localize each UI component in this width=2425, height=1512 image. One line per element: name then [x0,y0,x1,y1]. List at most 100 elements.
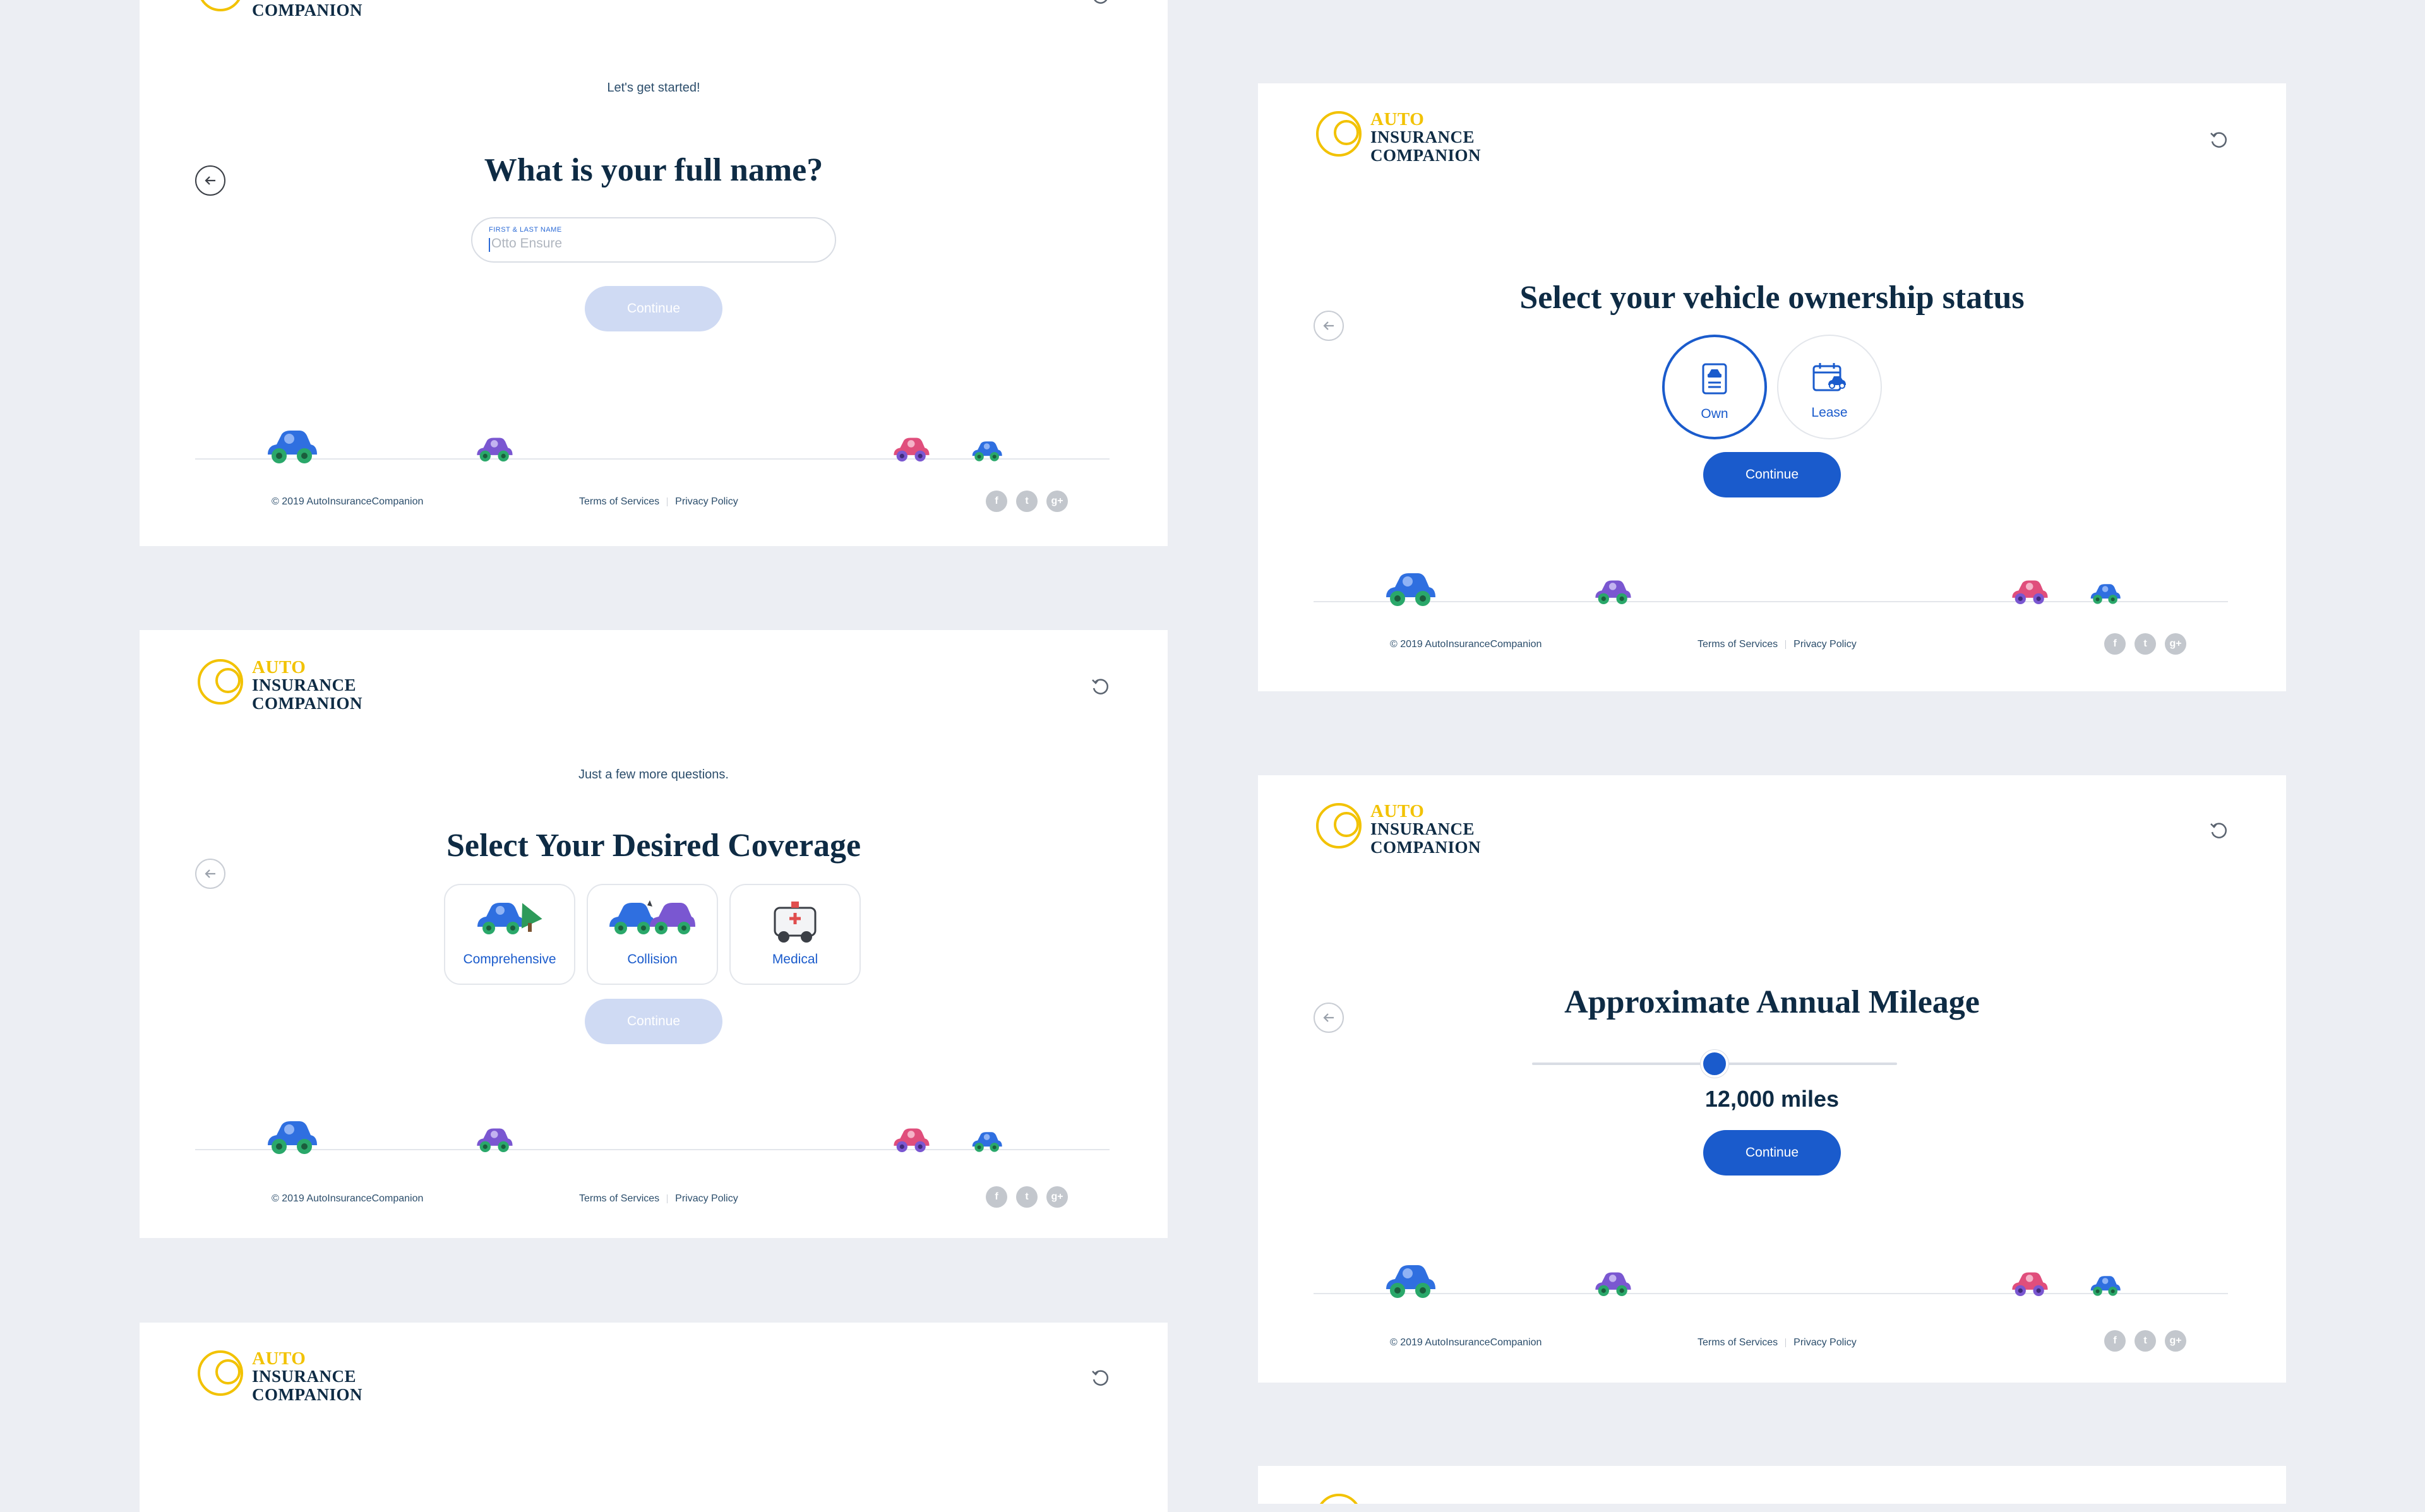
logo-text-companion: COMPANION [1370,838,1481,857]
car-blue-large-icon [1386,1265,1435,1298]
logo-mark-icon [1316,803,1362,848]
coverage-label: Medical [772,952,818,967]
car-blue-small-icon [2090,1276,2121,1296]
logo-mark-icon [1316,111,1362,157]
terms-link[interactable]: Terms of Services [579,1193,659,1204]
car-pink-icon [2012,1272,2048,1297]
arrow-left-icon [205,869,215,878]
card-ownership: AUTO INSURANCE COMPANION Select your veh… [1258,83,2286,691]
facebook-icon[interactable]: f [2104,633,2126,655]
twitter-icon[interactable]: t [1016,491,1038,512]
step-subtitle: Just a few more questions. [578,768,729,782]
car-pink-icon [894,438,930,462]
privacy-link[interactable]: Privacy Policy [675,1193,738,1204]
coverage-comprehensive[interactable]: Comprehensive [444,884,575,985]
coverage-collision[interactable]: Collision [587,884,718,985]
car-collision-icon [609,900,695,934]
brand-logo[interactable]: AUTO INSURANCE COMPANION [1315,801,1504,857]
calendar-car-icon [1812,363,1846,391]
privacy-link[interactable]: Privacy Policy [1793,639,1857,650]
reset-icon[interactable] [2209,821,2229,841]
option-own[interactable]: Own [1662,335,1767,439]
page-title: Select Your Desired Coverage [446,828,861,864]
logo-text-auto: AUTO [1370,109,1425,129]
full-name-field[interactable]: FIRST & LAST NAME [471,217,836,263]
brand-logo[interactable]: AUTO INSURANCE COMPANION [196,0,386,20]
footer-copyright: © 2019 AutoInsuranceCompanion [272,496,424,507]
car-purple-icon [1595,1272,1631,1297]
footer-links: Terms of Services Privacy Policy [1698,1337,1857,1348]
coverage-medical[interactable]: Medical [729,884,861,985]
car-pink-icon [894,1128,930,1153]
text-caret [489,238,490,252]
continue-button[interactable]: Continue [1703,1130,1841,1176]
page-title: Select your vehicle ownership status [1519,280,2025,316]
page-title: Approximate Annual Mileage [1564,984,1980,1020]
logo-text-insurance: INSURANCE [1370,128,1475,146]
card-next-step: AUTO INSURANCE COMPANION [140,1323,1168,1512]
logo-text-companion: COMPANION [252,1,362,20]
reset-icon[interactable] [1091,0,1111,6]
footer-copyright: © 2019 AutoInsuranceCompanion [1390,639,1542,650]
step-subtitle: Let's get started! [607,81,700,95]
car-tree-icon [477,903,542,934]
continue-button[interactable]: Continue [585,999,722,1044]
privacy-link[interactable]: Privacy Policy [1793,1337,1857,1348]
google-plus-icon[interactable]: g+ [2165,633,2186,655]
google-plus-icon[interactable]: g+ [2165,1330,2186,1352]
car-blue-large-icon [268,1121,317,1154]
logo-text-insurance: INSURANCE [252,1367,357,1386]
google-plus-icon[interactable]: g+ [1046,1186,1068,1208]
continue-button[interactable]: Continue [585,286,722,331]
logo-text-auto: AUTO [1370,801,1425,821]
brand-logo[interactable] [1315,1491,1504,1504]
twitter-icon[interactable]: t [2135,633,2156,655]
reset-icon[interactable] [1091,1368,1111,1388]
car-purple-icon [477,1128,513,1153]
option-lease[interactable]: Lease [1777,335,1882,439]
google-plus-icon[interactable]: g+ [1046,491,1068,512]
facebook-icon[interactable]: f [986,1186,1007,1208]
car-blue-small-icon [972,1132,1002,1152]
coverage-label: Collision [627,952,678,967]
footer-links: Terms of Services Privacy Policy [579,1193,738,1205]
terms-link[interactable]: Terms of Services [1698,1337,1778,1348]
card-next-step-right [1258,1466,2286,1504]
privacy-link[interactable]: Privacy Policy [675,496,738,507]
logo-mark-icon [200,0,241,11]
brand-logo[interactable]: AUTO INSURANCE COMPANION [196,657,386,713]
car-purple-icon [477,438,513,462]
car-pink-icon [2012,580,2048,605]
brand-logo[interactable]: AUTO INSURANCE COMPANION [196,1348,386,1404]
brand-logo[interactable]: AUTO INSURANCE COMPANION [1315,109,1504,165]
card-full-name: AUTO INSURANCE COMPANION Let's get start… [140,0,1168,546]
footer-copyright: © 2019 AutoInsuranceCompanion [1390,1337,1542,1348]
car-blue-small-icon [2090,584,2121,604]
car-blue-large-icon [1386,573,1435,606]
document-car-icon [1702,363,1727,395]
facebook-icon[interactable]: f [2104,1330,2126,1352]
twitter-icon[interactable]: t [2135,1330,2156,1352]
coverage-label: Comprehensive [463,952,556,967]
card-coverage: AUTO INSURANCE COMPANION Just a few more… [140,630,1168,1238]
full-name-input[interactable] [491,236,807,251]
card-mileage: AUTO INSURANCE COMPANION Approximate Ann… [1258,775,2286,1383]
terms-link[interactable]: Terms of Services [579,496,659,507]
ambulance-icon [774,902,817,943]
logo-mark-icon [1320,1494,1358,1504]
mileage-slider-thumb[interactable] [1701,1050,1728,1078]
terms-link[interactable]: Terms of Services [1698,639,1778,650]
field-label: FIRST & LAST NAME [489,226,562,234]
facebook-icon[interactable]: f [986,491,1007,512]
option-label: Own [1701,407,1728,421]
footer-links: Terms of Services Privacy Policy [579,496,738,508]
footer-links: Terms of Services Privacy Policy [1698,639,1857,650]
reset-icon[interactable] [2209,130,2229,150]
twitter-icon[interactable]: t [1016,1186,1038,1208]
option-label: Lease [1811,405,1848,420]
continue-button[interactable]: Continue [1703,452,1841,497]
link-divider [1785,640,1787,649]
link-divider [667,1194,668,1203]
reset-icon[interactable] [1091,677,1111,697]
logo-text-auto: AUTO [252,1348,306,1369]
